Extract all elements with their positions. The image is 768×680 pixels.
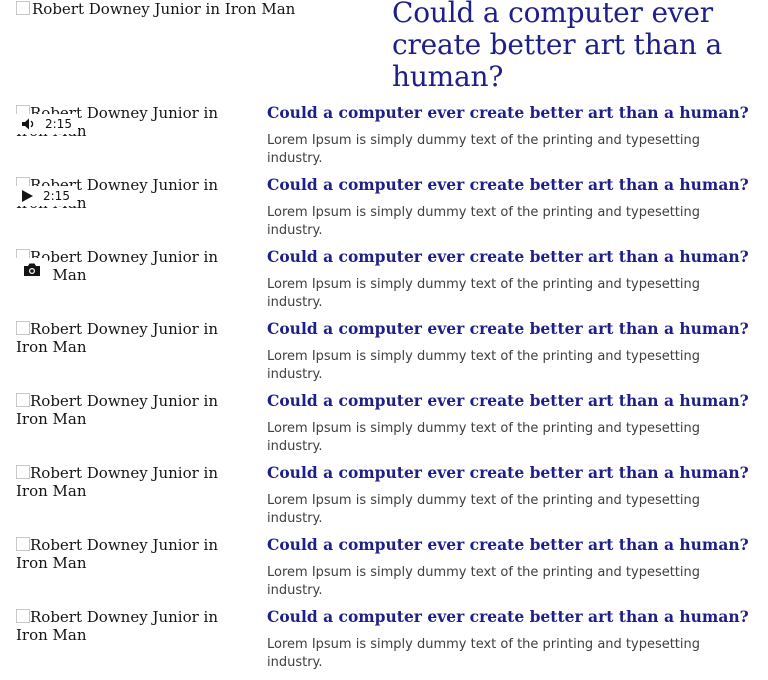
broken-image-icon [16, 393, 30, 407]
story-thumbnail-alt: Robert Downey Junior in Iron Man [16, 608, 219, 644]
hero-image[interactable]: Robert Downey Junior in Iron Man [16, 0, 376, 96]
story-headline[interactable]: Could a computer ever create better art … [267, 176, 749, 194]
story-item[interactable]: Robert Downey Junior in Iron Man Could a … [0, 392, 768, 464]
story-summary: Lorem Ipsum is simply dummy text of the … [267, 133, 701, 166]
story-item[interactable]: Robert Downey Junior in Iron Man Could a … [0, 248, 768, 320]
audio-badge: 2:15 [16, 114, 78, 134]
story-headline[interactable]: Could a computer ever create better art … [267, 392, 749, 410]
story-list: Robert Downey Junior in Iron Man 2:15 Coul… [0, 104, 768, 680]
story-item[interactable]: Robert Downey Junior in Iron Man Could a … [0, 320, 768, 392]
story-item[interactable]: Robert Downey Junior in Iron Man2:15Coul… [0, 104, 768, 176]
story-item[interactable]: Robert Downey Junior in Iron Man Could a … [0, 464, 768, 536]
story-thumbnail[interactable]: Robert Downey Junior in Iron Man [16, 320, 252, 384]
broken-image-icon [16, 1, 30, 15]
story-thumbnail-alt: Robert Downey Junior in Iron Man [16, 320, 219, 356]
video-badge: 2:15 [16, 186, 76, 206]
story-thumbnail[interactable]: Robert Downey Junior in Iron Man [16, 464, 252, 528]
story-headline[interactable]: Could a computer ever create better art … [267, 104, 749, 122]
story-item[interactable]: Robert Downey Junior in Iron Man Could a … [0, 608, 768, 680]
story-thumbnail-alt: Robert Downey Junior in Iron Man [16, 536, 219, 572]
media-duration: 2:15 [43, 189, 70, 203]
speaker-icon [22, 118, 35, 130]
hero-promo[interactable]: Robert Downey Junior in Iron Man Could a… [0, 0, 768, 100]
story-summary: Lorem Ipsum is simply dummy text of the … [267, 205, 701, 238]
story-thumbnail[interactable]: Robert Downey Junior in Iron Man [16, 392, 252, 456]
story-summary: Lorem Ipsum is simply dummy text of the … [267, 493, 701, 526]
story-summary: Lorem Ipsum is simply dummy text of the … [267, 565, 701, 598]
story-thumbnail[interactable]: Robert Downey Junior in Iron Man [16, 608, 252, 672]
camera-icon [24, 263, 40, 276]
gallery-badge [16, 258, 48, 280]
story-item[interactable]: Robert Downey Junior in Iron Man Could a … [0, 536, 768, 608]
play-icon [22, 190, 33, 202]
story-thumbnail[interactable]: Robert Downey Junior in Iron Man [16, 248, 252, 312]
broken-image-icon [16, 465, 30, 479]
hero-headline[interactable]: Could a computer ever create better art … [392, 0, 752, 93]
story-summary: Lorem Ipsum is simply dummy text of the … [267, 349, 701, 382]
story-summary: Lorem Ipsum is simply dummy text of the … [267, 637, 701, 670]
media-duration: 2:15 [45, 117, 72, 131]
story-item[interactable]: Robert Downey Junior in Iron Man2:15Coul… [0, 176, 768, 248]
story-summary: Lorem Ipsum is simply dummy text of the … [267, 277, 701, 310]
story-headline[interactable]: Could a computer ever create better art … [267, 608, 749, 626]
broken-image-icon [16, 537, 30, 551]
story-thumbnail-alt: Robert Downey Junior in Iron Man [16, 464, 219, 500]
story-thumbnail-alt: Robert Downey Junior in Iron Man [16, 392, 219, 428]
story-headline[interactable]: Could a computer ever create better art … [267, 320, 749, 338]
story-thumbnail[interactable]: Robert Downey Junior in Iron Man [16, 536, 252, 600]
story-headline[interactable]: Could a computer ever create better art … [267, 464, 749, 482]
story-headline[interactable]: Could a computer ever create better art … [267, 248, 749, 266]
story-summary: Lorem Ipsum is simply dummy text of the … [267, 421, 701, 454]
hero-image-alt: Robert Downey Junior in Iron Man [32, 0, 296, 18]
broken-image-icon [16, 321, 30, 335]
story-headline[interactable]: Could a computer ever create better art … [267, 536, 749, 554]
broken-image-icon [16, 609, 30, 623]
